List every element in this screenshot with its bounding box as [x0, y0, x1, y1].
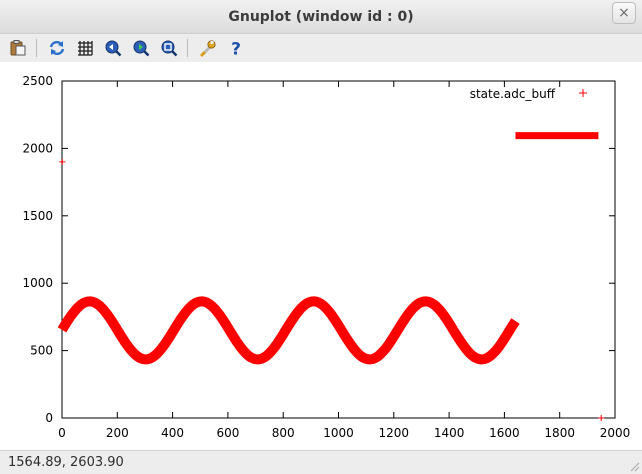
legend-marker — [579, 89, 587, 97]
help-button[interactable]: ? — [226, 38, 246, 58]
autoscale-button[interactable] — [159, 38, 179, 58]
x-tick-label: 1600 — [489, 426, 520, 440]
zoom-previous-icon — [105, 40, 122, 57]
svg-text:?: ? — [231, 40, 241, 58]
x-tick-label: 400 — [161, 426, 184, 440]
window-title: Gnuplot (window id : 0) — [228, 9, 414, 25]
plot-border — [61, 80, 616, 419]
y-tick-label: 2500 — [22, 74, 53, 88]
legend-label: state.adc_buff — [470, 87, 556, 101]
title-bar[interactable]: Gnuplot (window id : 0) × — [0, 0, 642, 34]
copy-clipboard-icon — [10, 40, 26, 56]
options-button[interactable] — [198, 38, 218, 58]
cursor-coordinates: 1564.89, 2603.90 — [8, 455, 124, 470]
x-tick-label: 1400 — [434, 426, 465, 440]
x-tick-label: 200 — [106, 426, 129, 440]
replot-button[interactable] — [47, 38, 67, 58]
gnuplot-window: Gnuplot (window id : 0) × ? 0 200 400 60… — [0, 0, 642, 474]
help-icon: ? — [231, 40, 241, 58]
series-sine-trace — [57, 296, 520, 365]
y-tick-label: 2000 — [22, 141, 53, 155]
toolbar-separator — [36, 39, 37, 57]
zoom-previous-button[interactable] — [103, 38, 123, 58]
copy-clipboard-button[interactable] — [8, 38, 28, 58]
x-tick-label: 2000 — [600, 426, 631, 440]
zoom-next-icon — [133, 40, 150, 57]
data-point — [59, 158, 66, 165]
y-tick-label: 0 — [45, 411, 53, 425]
toolbar: ? — [0, 34, 642, 62]
x-tick-label: 1200 — [379, 426, 410, 440]
resize-grip-icon[interactable] — [628, 460, 640, 472]
x-tick-label: 1000 — [323, 426, 354, 440]
grid-button[interactable] — [75, 38, 95, 58]
toolbar-separator — [187, 39, 188, 57]
plot-area[interactable]: 0 200 400 600 800 1000 1200 1400 1600 1800 2000 0 50… — [0, 62, 642, 450]
y-tick-label: 1500 — [22, 209, 53, 223]
grid-icon — [78, 41, 93, 56]
x-tick-label: 600 — [216, 426, 239, 440]
data-point — [598, 415, 605, 421]
x-tick-label: 0 — [58, 426, 66, 440]
plot-canvas[interactable]: 0 200 400 600 800 1000 1200 1400 1600 1800 2000 0 50… — [0, 62, 642, 450]
autoscale-icon — [161, 40, 178, 57]
x-tick-label: 800 — [272, 426, 295, 440]
status-bar: 1564.89, 2603.90 — [0, 450, 642, 474]
close-button[interactable]: × — [612, 2, 636, 24]
zoom-next-button[interactable] — [131, 38, 151, 58]
options-wrench-icon — [199, 40, 216, 57]
replot-icon — [49, 40, 65, 56]
y-tick-label: 1000 — [22, 276, 53, 290]
x-tick-label: 1800 — [544, 426, 575, 440]
y-tick-label: 500 — [30, 344, 53, 358]
